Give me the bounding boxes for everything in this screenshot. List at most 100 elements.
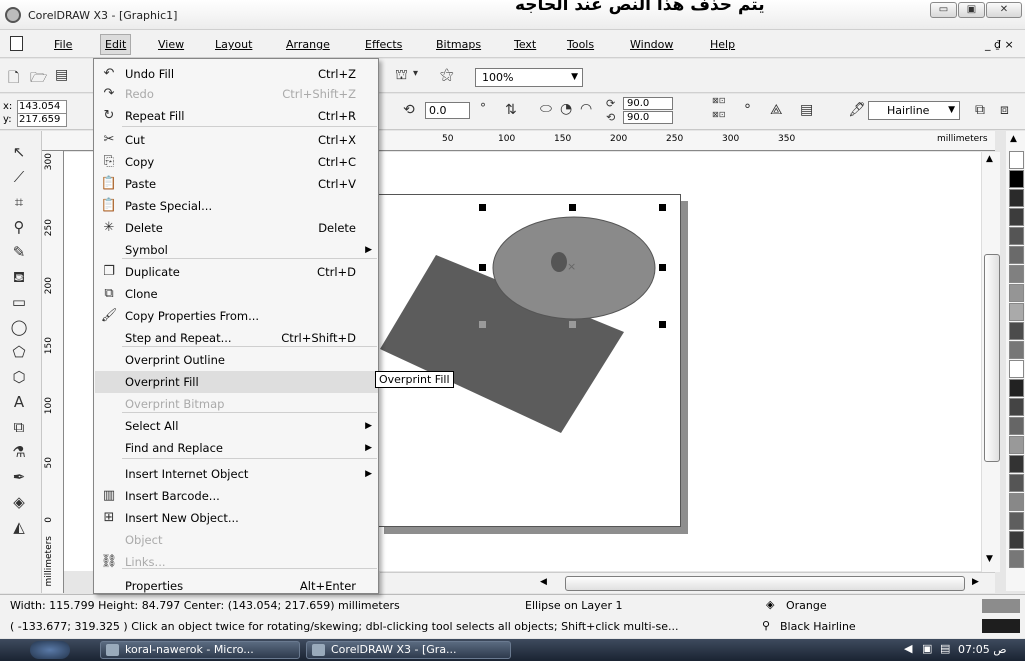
canvas-horizontal-scrollbar[interactable]: ◀ ▶	[380, 572, 995, 593]
menu-item-paste[interactable]: 📋 Paste Ctrl+V	[95, 173, 378, 195]
palette-swatch[interactable]	[1009, 303, 1024, 321]
palette-swatch[interactable]	[1009, 227, 1024, 245]
palette-swatch[interactable]	[1009, 436, 1024, 454]
save-icon[interactable]: ▤	[55, 67, 68, 83]
volume-tray-icon[interactable]: ▤	[940, 642, 950, 655]
palette-swatch[interactable]	[1009, 493, 1024, 511]
polygon-tool-icon[interactable]: ⬠	[6, 341, 32, 363]
selection-handle-bl[interactable]	[479, 321, 486, 328]
palette-swatch[interactable]	[1009, 360, 1024, 378]
smart-fill-tool-icon[interactable]: ⛾	[6, 266, 32, 288]
palette-swatch[interactable]	[1009, 246, 1024, 264]
start-button[interactable]	[30, 641, 70, 659]
document-window-controls[interactable]: _ ₫ ×	[985, 38, 1014, 51]
selection-handle-ml[interactable]	[479, 264, 486, 271]
convert-to-curves-icon[interactable]: ⟁	[770, 102, 783, 118]
menu-bitmaps[interactable]: Bitmaps	[436, 38, 481, 51]
basic-shapes-tool-icon[interactable]: ⬡	[6, 366, 32, 388]
text-tool-icon[interactable]: A	[6, 391, 32, 413]
menu-arrange[interactable]: Arrange	[286, 38, 330, 51]
menu-item-insert-internet-object[interactable]: Insert Internet Object ▶	[95, 463, 378, 485]
menu-view[interactable]: View	[158, 38, 184, 51]
selection-handle-tl[interactable]	[479, 204, 486, 211]
close-button[interactable]: ✕	[986, 2, 1022, 18]
application-launcher-icon[interactable]: ⛫	[395, 67, 408, 85]
taskbar-word-button[interactable]: koral-nawerok - Micro...	[100, 641, 300, 659]
shape-tool-icon[interactable]: ⟋	[6, 166, 32, 188]
palette-swatch[interactable]	[1009, 379, 1024, 397]
palette-swatch[interactable]	[1009, 322, 1024, 340]
menu-item-insert-new-object[interactable]: ⊞ Insert New Object...	[95, 507, 378, 529]
palette-swatch[interactable]	[1009, 341, 1024, 359]
palette-swatch[interactable]	[1009, 455, 1024, 473]
zoom-dropdown-arrow-icon[interactable]: ▼	[571, 69, 578, 86]
taskbar-coreldraw-button[interactable]: CorelDRAW X3 - [Gra...	[306, 641, 511, 659]
palette-swatch[interactable]	[1009, 151, 1024, 169]
palette-swatch[interactable]	[1009, 550, 1024, 568]
menu-item-properties[interactable]: Properties Alt+Enter	[95, 575, 378, 597]
document-icon[interactable]	[10, 36, 23, 51]
menu-window[interactable]: Window	[630, 38, 673, 51]
launcher-dropdown-icon[interactable]: ▾	[413, 68, 418, 79]
y-position-field[interactable]: 217.659	[17, 113, 67, 127]
new-document-icon[interactable]: 🗋	[8, 67, 19, 91]
tray-expand-icon[interactable]: ◀	[904, 642, 912, 655]
menu-item-links[interactable]: ⛓ Links...	[95, 551, 378, 573]
interactive-blend-tool-icon[interactable]: ⧉	[6, 416, 32, 438]
palette-swatch[interactable]	[1009, 208, 1024, 226]
canvas-vertical-scrollbar[interactable]: ▲ ▼	[981, 152, 1000, 572]
menu-item-clone[interactable]: ⧉ Clone	[95, 283, 378, 305]
palette-swatch[interactable]	[1009, 417, 1024, 435]
mirror-vertical-icon[interactable]: ⇅	[505, 102, 517, 118]
pick-tool-icon[interactable]: ↖	[6, 141, 32, 163]
vertical-scroll-thumb[interactable]	[984, 254, 1000, 462]
selection-handle-mr[interactable]	[659, 264, 666, 271]
outline-dropdown-arrow-icon[interactable]: ▼	[948, 102, 955, 119]
maximize-button[interactable]: ▣	[958, 2, 985, 18]
menu-item-delete[interactable]: ✳ Delete Delete	[95, 217, 378, 239]
menu-item-paste-special[interactable]: 📋 Paste Special...	[95, 195, 378, 217]
rotation-angle-field[interactable]: 0.0	[425, 102, 470, 119]
to-back-icon[interactable]: ⧈	[1000, 102, 1009, 118]
arc-end-spinner-icon[interactable]: ⊠⊡	[712, 110, 725, 119]
arc-end-field[interactable]: 90.0	[623, 111, 673, 124]
palette-scroll-up-icon[interactable]: ▲	[1010, 134, 1017, 144]
menu-item-redo[interactable]: ↷ Redo Ctrl+Shift+Z	[95, 83, 378, 105]
zoom-tool-icon[interactable]: ⚲	[6, 216, 32, 238]
palette-swatch[interactable]	[1009, 265, 1024, 283]
scroll-right-arrow-icon[interactable]: ▶	[972, 577, 979, 587]
arc-start-field[interactable]: 90.0	[623, 97, 673, 110]
palette-swatch[interactable]	[1009, 284, 1024, 302]
menu-item-overprint-outline[interactable]: Overprint Outline	[95, 349, 378, 371]
horizontal-scroll-thumb[interactable]	[565, 576, 965, 591]
crop-tool-icon[interactable]: ⌗	[6, 191, 32, 213]
arc-mode-icon[interactable]: ◠	[580, 101, 592, 117]
menu-item-cut[interactable]: ✂ Cut Ctrl+X	[95, 129, 378, 151]
menu-file[interactable]: File	[54, 38, 72, 51]
ellipse-tool-icon[interactable]: ◯	[6, 316, 32, 338]
freehand-tool-icon[interactable]: ✎	[6, 241, 32, 263]
outline-width-select[interactable]: Hairline ▼	[868, 101, 960, 120]
to-front-icon[interactable]: ⧉	[975, 102, 985, 118]
arc-start-spinner-icon[interactable]: ⊠⊡	[712, 96, 725, 105]
selection-handle-br[interactable]	[659, 321, 666, 328]
wrap-text-icon[interactable]: ▤	[800, 102, 813, 118]
corel-online-icon[interactable]: ⚝	[440, 67, 454, 83]
menu-tools[interactable]: Tools	[567, 38, 594, 51]
scroll-down-arrow-icon[interactable]: ▼	[986, 554, 993, 564]
fill-tool-icon[interactable]: ◈	[6, 491, 32, 513]
palette-swatch[interactable]	[1009, 512, 1024, 530]
palette-swatch[interactable]	[1009, 189, 1024, 207]
menu-help[interactable]: Help	[710, 38, 735, 51]
outline-pen-icon[interactable]: 🖋	[848, 102, 866, 118]
taskbar-clock[interactable]: 07:05 ص	[958, 643, 1007, 656]
outline-tool-icon[interactable]: ✒	[6, 466, 32, 488]
menu-layout[interactable]: Layout	[215, 38, 252, 51]
menu-item-duplicate[interactable]: ❐ Duplicate Ctrl+D	[95, 261, 378, 283]
vertical-ruler[interactable]: 300 250 200 150 100 50 0 millimeters	[42, 151, 64, 593]
minimize-button[interactable]: ▭	[930, 2, 957, 18]
x-position-field[interactable]: 143.054	[17, 100, 67, 114]
rectangle-tool-icon[interactable]: ▭	[6, 291, 32, 313]
palette-swatch[interactable]	[1009, 474, 1024, 492]
menu-text[interactable]: Text	[514, 38, 536, 51]
